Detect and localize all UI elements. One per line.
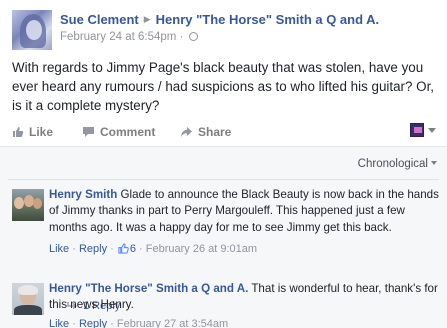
- post-body: With regards to Jimmy Page's black beaut…: [12, 60, 435, 113]
- chevron-down-icon: [428, 128, 436, 133]
- comments-sort-dropdown[interactable]: Chronological: [358, 158, 437, 170]
- arrow-right-icon: ▶: [143, 14, 151, 24]
- comment-reply-link[interactable]: Reply: [79, 243, 107, 255]
- share-button[interactable]: Share: [180, 125, 231, 139]
- identity-selector[interactable]: [410, 123, 440, 139]
- comment-body: Henry Smith Glade to announce the Black …: [49, 187, 441, 236]
- author-avatar[interactable]: [12, 10, 52, 50]
- comment-like-link[interactable]: Like: [49, 243, 69, 255]
- comment-body: Henry "The Horse" Smith a Q and A. That …: [49, 281, 441, 314]
- action-bar: Like Comment Share: [0, 120, 447, 146]
- commenter-avatar[interactable]: [12, 189, 44, 221]
- comment-label: Comment: [100, 125, 156, 139]
- comment-author-link[interactable]: Henry "The Horse" Smith a Q and A.: [49, 282, 248, 295]
- page-avatar-icon: [410, 123, 424, 137]
- comment-meta: Like · Reply · 6 · February 26 at 9:01am: [49, 243, 258, 255]
- facebook-post: Sue Clement ▶ Henry "The Horse" Smith a Q …: [0, 0, 447, 328]
- like-button[interactable]: Like: [12, 125, 53, 139]
- divider: [8, 179, 439, 180]
- sort-label: Chronological: [357, 158, 428, 170]
- comments-section: Chronological Henry Smith Glade to annou…: [0, 146, 447, 328]
- comment-icon: [83, 127, 94, 137]
- commenter-avatar[interactable]: [12, 283, 44, 315]
- comment-meta: Like · Reply · February 27 at 3:54am: [49, 318, 229, 328]
- post-timestamp[interactable]: February 24 at 6:54pm: [60, 31, 176, 43]
- comment-timestamp[interactable]: February 27 at 3:54am: [117, 318, 228, 328]
- share-label: Share: [198, 125, 232, 139]
- like-icon: [13, 127, 24, 137]
- share-icon: [181, 127, 192, 137]
- author-name-link[interactable]: Sue Clement: [60, 12, 139, 27]
- globe-icon: [188, 32, 198, 41]
- comment-like-count[interactable]: 6: [130, 243, 136, 255]
- comment-timestamp[interactable]: February 26 at 9:01am: [146, 243, 257, 255]
- chevron-down-icon: [431, 161, 437, 165]
- comment-button[interactable]: Comment: [82, 125, 155, 139]
- post-meta: February 24 at 6:54pm ·: [60, 31, 198, 43]
- target-page-link[interactable]: Henry "The Horse" Smith a Q and A.: [156, 12, 380, 27]
- post-header: Sue Clement ▶ Henry "The Horse" Smith a Q …: [60, 12, 379, 27]
- comment-author-link[interactable]: Henry Smith: [49, 188, 117, 201]
- comment-reply-link[interactable]: Reply: [79, 318, 107, 328]
- thumbs-up-icon: [118, 243, 129, 254]
- like-label: Like: [29, 125, 54, 139]
- comment-like-link[interactable]: Like: [49, 318, 69, 328]
